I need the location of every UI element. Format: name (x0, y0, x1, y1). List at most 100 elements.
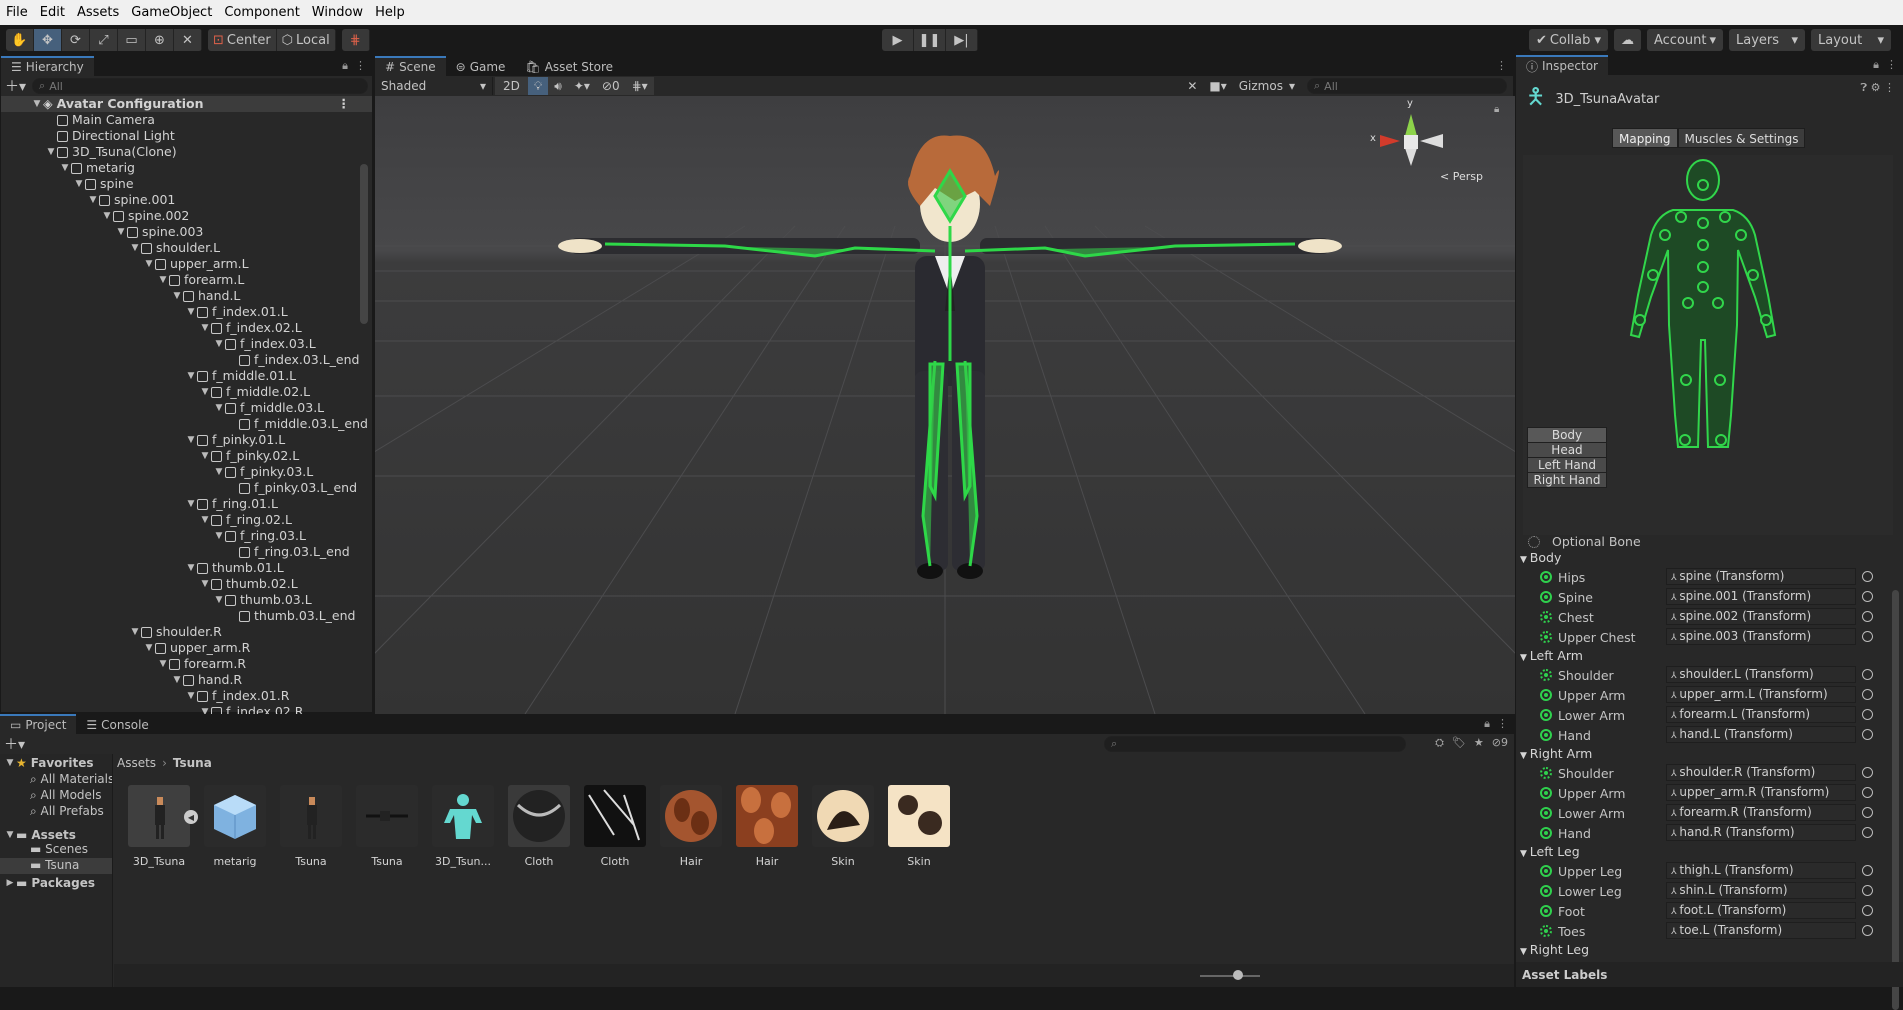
tab-asset-store[interactable]: 🛍︎ Asset Store (515, 56, 624, 76)
hierarchy-scrollbar[interactable] (360, 164, 368, 324)
lock-icon[interactable]: 🔒︎ (1484, 717, 1490, 730)
bone-transform-field[interactable]: ⅄ spine.002 (Transform) (1666, 608, 1856, 625)
expand-triangle-icon[interactable]: ▼ (185, 432, 197, 448)
expand-triangle-icon[interactable]: ▼ (199, 384, 211, 400)
favorite-item[interactable]: ⌕ All Models (0, 788, 112, 804)
expand-triangle-icon[interactable]: ▼ (213, 400, 225, 416)
expand-triangle-icon[interactable]: ▼ (213, 592, 225, 608)
expand-triangle-icon[interactable]: ▼ (87, 192, 99, 208)
step-button-icon[interactable]: ▶| (946, 29, 978, 51)
rect-tool-icon[interactable]: ▭ (118, 29, 146, 51)
tree-row[interactable]: ▼ shoulder.R (1, 624, 372, 640)
grid-snap-icon[interactable]: ⋕ (341, 29, 370, 51)
tree-root-row[interactable]: ▼ ◈ Avatar Configuration ⋮ (1, 96, 372, 112)
tree-row[interactable]: ▼ hand.R (1, 672, 372, 688)
tab-muscles-settings[interactable]: Muscles & Settings (1677, 128, 1806, 148)
transform-tool-icon[interactable]: ⊕ (146, 29, 174, 51)
expand-triangle-icon[interactable]: ▼ (157, 272, 169, 288)
tree-row[interactable]: ▼ f_ring.02.L (1, 512, 372, 528)
persp-label[interactable]: < Persp (1440, 170, 1483, 183)
pivot-center-button[interactable]: ⊡ Center (208, 29, 277, 51)
object-picker-icon[interactable] (1862, 925, 1873, 936)
tree-row[interactable]: ▼ upper_arm.L (1, 256, 372, 272)
object-picker-icon[interactable] (1862, 729, 1873, 740)
menu-assets[interactable]: Assets (77, 5, 119, 20)
layers-dropdown[interactable]: Layers ▾ (1729, 29, 1805, 51)
expand-triangle-icon[interactable]: ▼ (59, 160, 71, 176)
object-picker-icon[interactable] (1862, 905, 1873, 916)
asset-item[interactable]: 3D_Tsun... (431, 785, 495, 868)
object-picker-icon[interactable] (1862, 767, 1873, 778)
object-picker-icon[interactable] (1862, 689, 1873, 700)
tree-row[interactable]: ▼ spine.002 (1, 208, 372, 224)
tree-row[interactable]: ▼ hand.L (1, 288, 372, 304)
more-icon[interactable]: ⋮ (1497, 717, 1508, 730)
asset-item[interactable]: Skin (811, 785, 875, 868)
tree-row[interactable]: ▼ f_index.03.L (1, 336, 372, 352)
expand-triangle-icon[interactable]: ▼ (199, 448, 211, 464)
object-picker-icon[interactable] (1862, 611, 1873, 622)
lock-icon[interactable]: 🔒︎ (342, 59, 348, 72)
add-icon[interactable]: ＋▾ (5, 76, 26, 96)
mapping-section-header[interactable]: ▼ Left Arm (1520, 648, 1583, 663)
tree-row[interactable]: ▼ f_ring.01.L (1, 496, 372, 512)
expand-triangle-icon[interactable]: ▼ (185, 304, 197, 320)
scene-viewport[interactable]: y x 🔒︎ < Persp (375, 96, 1515, 714)
bone-transform-field[interactable]: ⅄ foot.L (Transform) (1666, 902, 1856, 919)
asset-item[interactable]: 3D_Tsuna (127, 785, 191, 868)
tree-row[interactable]: ▼ 3D_Tsuna(Clone) (1, 144, 372, 160)
project-search-input[interactable]: ⌕ (1104, 736, 1406, 752)
mapping-section-header[interactable]: ▼ Left Leg (1520, 844, 1580, 859)
menu-file[interactable]: File (6, 5, 28, 20)
tree-row[interactable]: thumb.03.L_end (1, 608, 372, 624)
asset-item[interactable]: Cloth (507, 785, 571, 868)
asset-item[interactable]: metarig (203, 785, 267, 868)
scene-gizmo[interactable] (1380, 114, 1443, 166)
expand-triangle-icon[interactable]: ▼ (129, 624, 141, 640)
tree-row[interactable]: ▼ f_middle.03.L (1, 400, 372, 416)
scene-more-icon[interactable]: ⋮ (1496, 59, 1507, 72)
expand-triangle-icon[interactable]: ▼ (115, 224, 127, 240)
expand-triangle-icon[interactable]: ▼ (199, 512, 211, 528)
bone-transform-field[interactable]: ⅄ shoulder.L (Transform) (1666, 666, 1856, 683)
tree-row[interactable]: ▼ metarig (1, 160, 372, 176)
menu-edit[interactable]: Edit (40, 5, 65, 20)
filter-by-type-icon[interactable]: ⛭ (1435, 736, 1444, 750)
pause-button-icon[interactable]: ❚❚ (914, 29, 946, 51)
add-icon[interactable]: ＋▾ (4, 734, 25, 754)
bone-transform-field[interactable]: ⅄ upper_arm.R (Transform) (1666, 784, 1856, 801)
bone-transform-field[interactable]: ⅄ toe.L (Transform) (1666, 922, 1856, 939)
custom-tool-icon[interactable]: ✕ (174, 29, 202, 51)
tree-row[interactable]: f_pinky.03.L_end (1, 480, 372, 496)
expand-triangle-icon[interactable]: ▼ (143, 640, 155, 656)
more-icon[interactable]: ⋮ (338, 96, 351, 112)
tab-game[interactable]: ⊜ Game (445, 56, 516, 76)
expand-triangle-icon[interactable]: ▼ (185, 560, 197, 576)
breadcrumb-item[interactable]: Assets (117, 756, 156, 770)
scale-tool-icon[interactable]: ⤢ (90, 29, 118, 51)
bone-transform-field[interactable]: ⅄ shin.L (Transform) (1666, 882, 1856, 899)
folder-item-selected[interactable]: ▬ Tsuna (0, 858, 112, 874)
expand-triangle-icon[interactable]: ▼ (213, 528, 225, 544)
mapping-section-header[interactable]: ▼ Right Leg (1520, 942, 1589, 957)
object-picker-icon[interactable] (1862, 807, 1873, 818)
tools-icon[interactable]: ✕ (1181, 79, 1203, 93)
gizmos-dropdown[interactable]: Gizmos ▾ (1233, 79, 1301, 93)
move-tool-icon[interactable]: ✥ (34, 29, 62, 51)
object-picker-icon[interactable] (1862, 865, 1873, 876)
asset-item[interactable]: Cloth (583, 785, 647, 868)
bone-transform-field[interactable]: ⅄ spine.003 (Transform) (1666, 628, 1856, 645)
gear-icon[interactable]: ⚙ (1871, 81, 1881, 94)
hidden-packages-toggle[interactable]: ⊘9 (1492, 736, 1508, 750)
bone-transform-field[interactable]: ⅄ shoulder.R (Transform) (1666, 764, 1856, 781)
lock-icon[interactable]: 🔒︎ (1494, 104, 1499, 115)
asset-item[interactable]: Hair (735, 785, 799, 868)
filter-by-label-icon[interactable]: 🏷︎ (1452, 736, 1466, 750)
bone-transform-field[interactable]: ⅄ spine.001 (Transform) (1666, 588, 1856, 605)
object-picker-icon[interactable] (1862, 827, 1873, 838)
packages-folder[interactable]: ▶ ▬ Packages (0, 874, 112, 892)
asset-item[interactable]: Tsuna (355, 785, 419, 868)
tab-mapping[interactable]: Mapping (1612, 128, 1678, 148)
expand-triangle-icon[interactable]: ▼ (199, 320, 211, 336)
favorite-item[interactable]: ⌕ All Materials (0, 772, 112, 788)
